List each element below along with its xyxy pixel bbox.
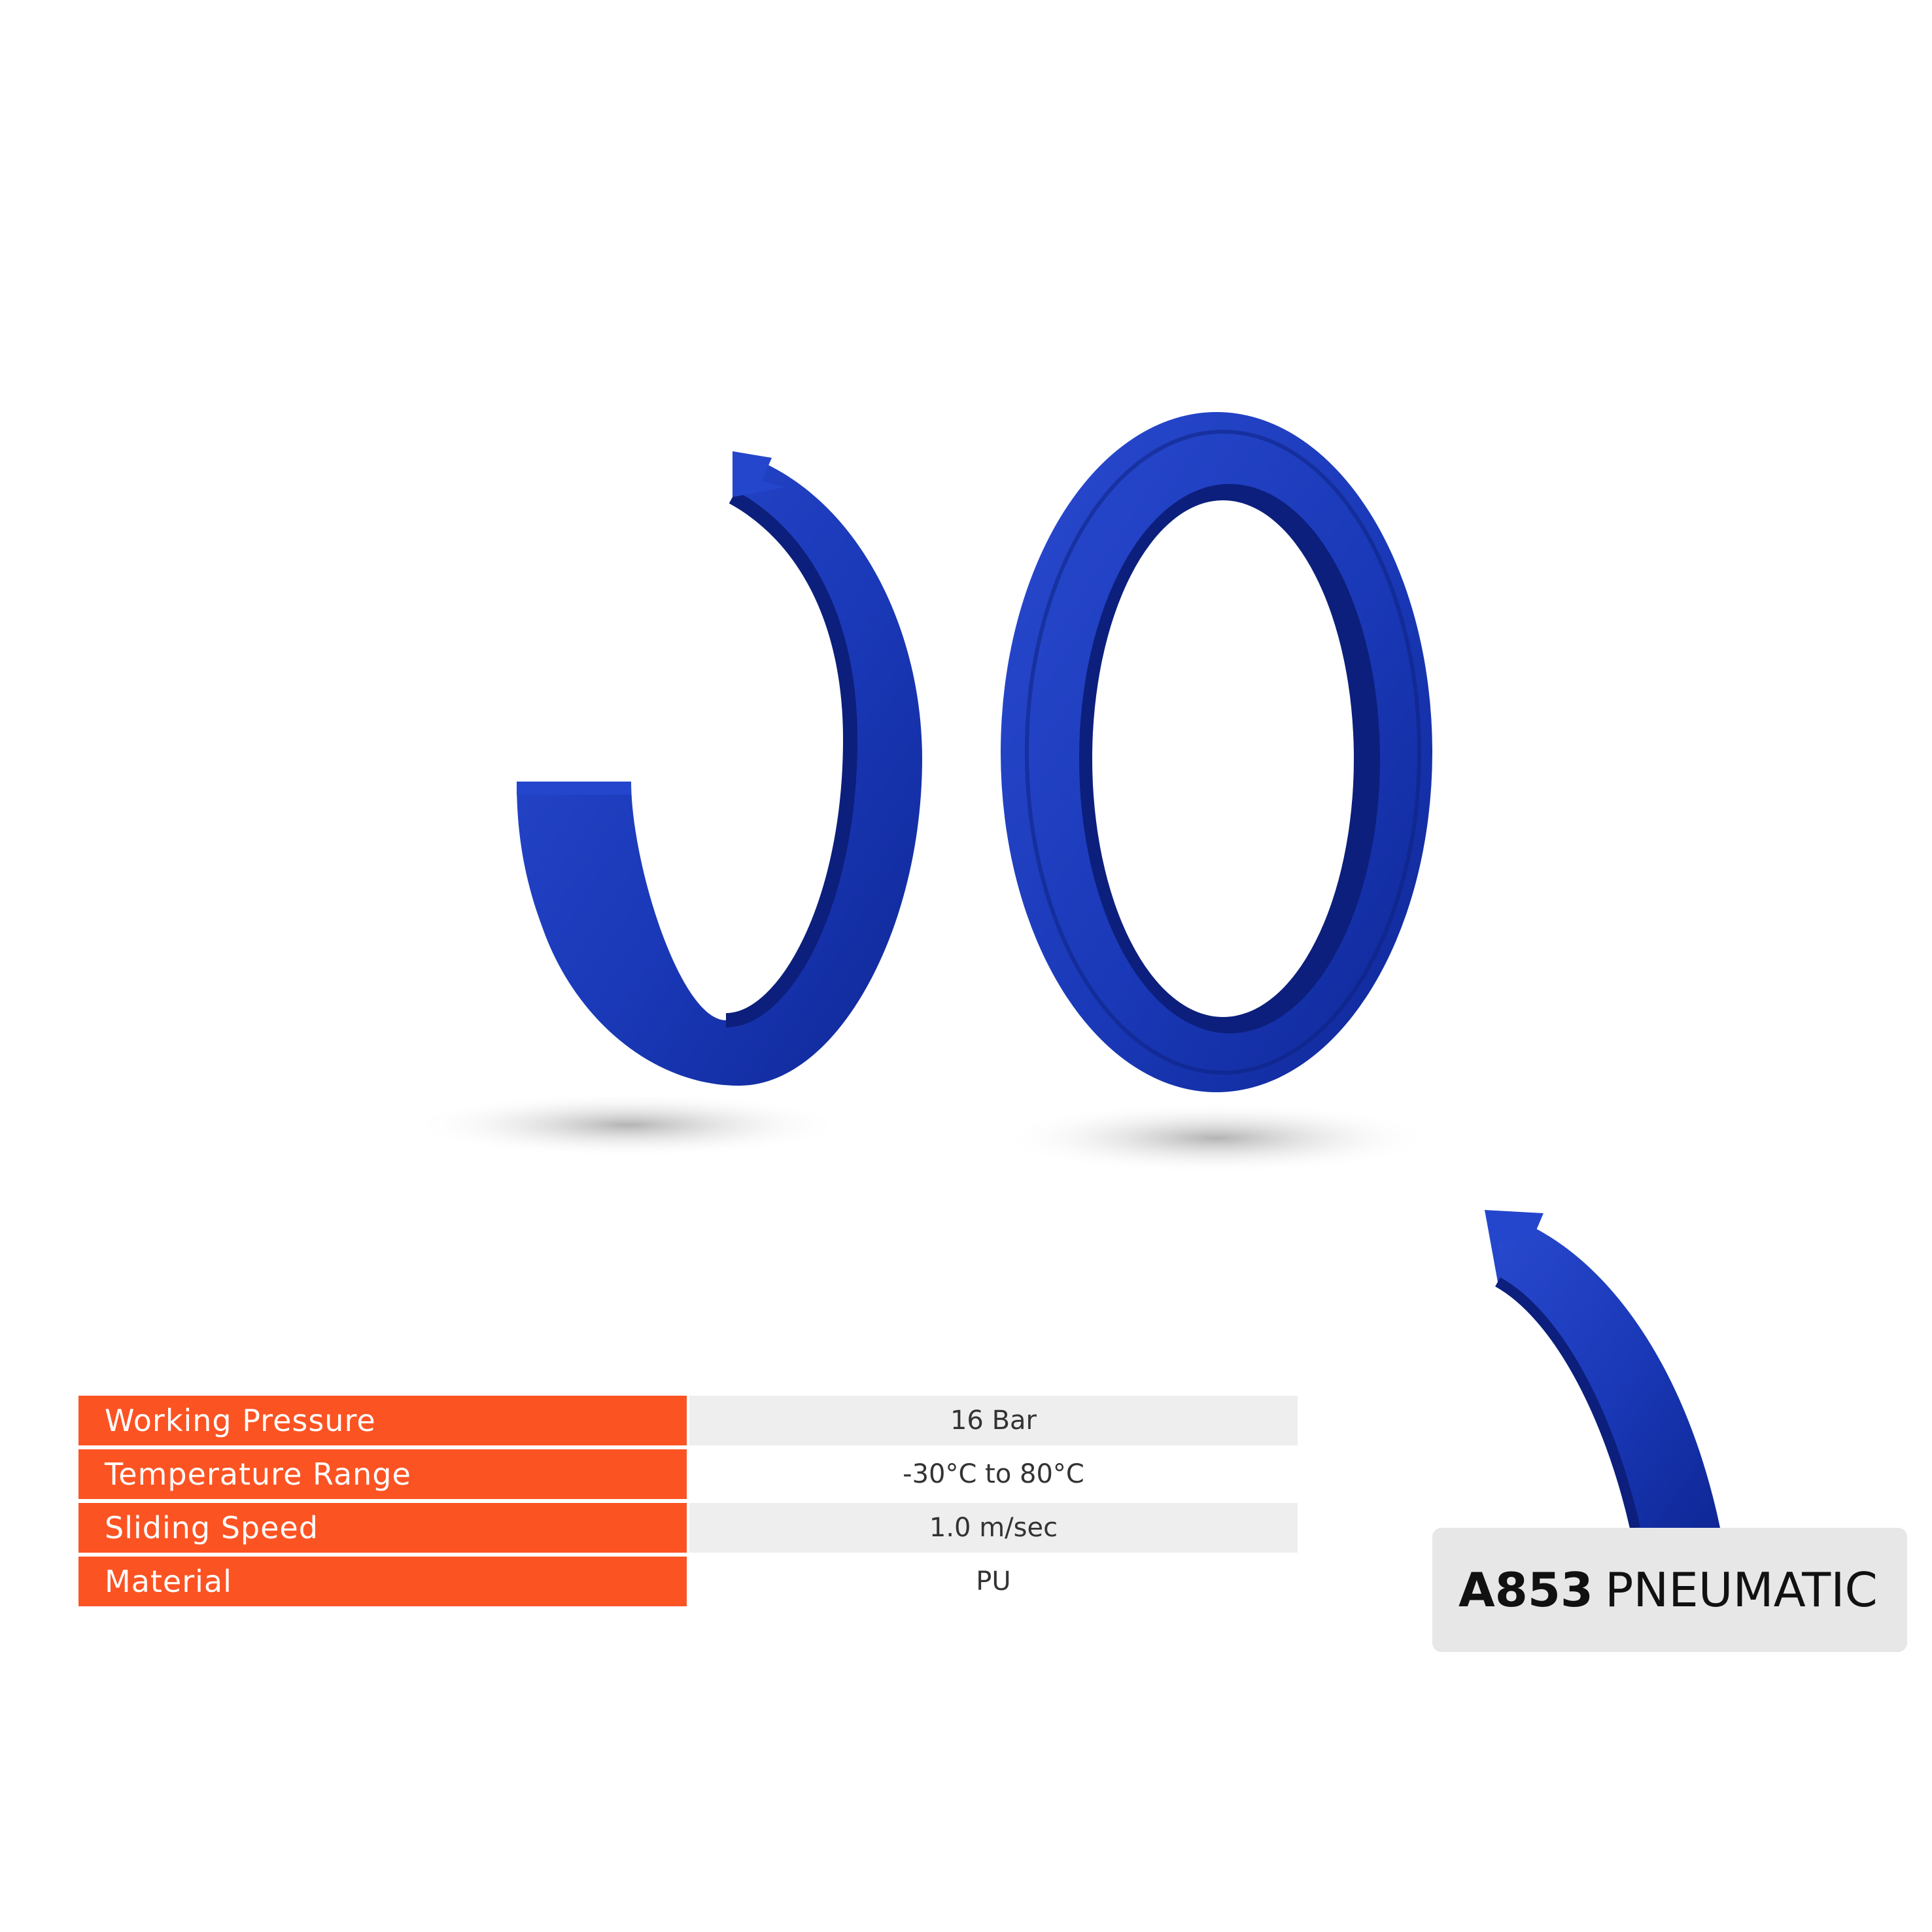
- spec-value: 16 Bar: [689, 1396, 1298, 1445]
- spec-label: Material: [78, 1557, 687, 1606]
- shadow-right: [1001, 1102, 1432, 1174]
- spec-label: Temperature Range: [78, 1449, 687, 1499]
- seal-full-ring: [1001, 412, 1432, 1092]
- spec-row-temperature-range: Temperature Range -30°C to 80°C: [78, 1449, 1298, 1499]
- spec-row-sliding-speed: Sliding Speed 1.0 m/sec: [78, 1503, 1298, 1553]
- spec-value: -30°C to 80°C: [903, 1459, 1084, 1489]
- seal-profile-detail: [1485, 1210, 1720, 1529]
- product-type: PNEUMATIC: [1605, 1562, 1878, 1617]
- product-code: A853: [1458, 1562, 1594, 1617]
- spec-value: PU: [976, 1566, 1011, 1596]
- spec-value: 1.0 m/sec: [689, 1503, 1298, 1553]
- seal-section-cutaway: [517, 451, 922, 1086]
- product-title-card: A853 PNEUMATIC: [1432, 1528, 1907, 1652]
- spec-row-material: Material PU: [78, 1557, 1298, 1606]
- spec-table: Working Pressure 16 Bar Temperature Rang…: [78, 1396, 1298, 1610]
- spec-row-working-pressure: Working Pressure 16 Bar: [78, 1396, 1298, 1445]
- spec-label: Working Pressure: [78, 1396, 687, 1445]
- product-sheet: Working Pressure 16 Bar Temperature Rang…: [0, 0, 1932, 1932]
- shadow-left: [412, 1092, 844, 1158]
- spec-label: Sliding Speed: [78, 1503, 687, 1553]
